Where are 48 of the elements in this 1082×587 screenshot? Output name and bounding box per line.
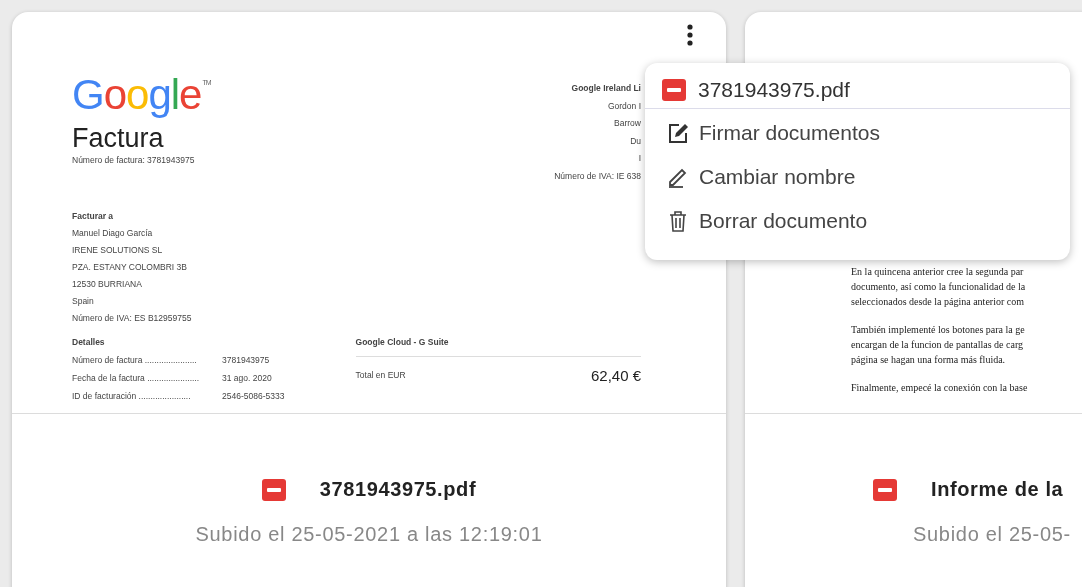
logo: Google$^{TM}$ xyxy=(72,70,211,118)
detail-label: ID de facturación ...................... xyxy=(72,389,192,402)
report-text-line: encargan de la funcion de pantallas de carg xyxy=(851,338,1025,352)
report-text-line: Finalmente, empecé la conexión con la base xyxy=(851,381,1029,395)
pdf-file-icon xyxy=(261,478,286,501)
total-amount: 62,40 € xyxy=(590,366,641,384)
detail-label: Número de factura ...................... xyxy=(72,353,198,366)
pdf-file-icon xyxy=(873,478,897,501)
report-text-line: seleccionados desde la página anterior com xyxy=(851,295,1025,309)
upload-date: Subido el 25-05-2021 a las 12:19:01 xyxy=(195,523,543,546)
total-label: Total en EUR xyxy=(355,369,406,381)
product-name: Google Cloud - G Suite xyxy=(355,335,641,357)
bill-to-line: Manuel Diago García xyxy=(72,226,154,239)
report-text-line: documento, así como la funcionalidad de la xyxy=(851,280,1027,294)
invoice-title: Factura xyxy=(72,122,165,154)
report-text-line: También implementé los botones para la ge xyxy=(851,323,1026,337)
report-text-line: página se hagan una forma más fluida. xyxy=(851,353,1007,367)
menu-item[interactable]: Firmar documentos xyxy=(645,111,1070,155)
menu-item[interactable]: Borrar documento xyxy=(645,199,1070,243)
invoice-number: Número de factura: 3781943975 xyxy=(72,154,196,166)
company-address-line: Gordon I xyxy=(607,99,641,112)
bill-to-line: 12530 BURRIANA xyxy=(72,277,143,290)
bill-to-line: Número de IVA: ES B12959755 xyxy=(72,311,193,324)
bill-to-line: Spain xyxy=(72,294,95,307)
company-address-line: Google Ireland Li xyxy=(571,82,641,94)
detail-value: 31 ago. 2020 xyxy=(222,371,272,384)
trash-icon xyxy=(667,210,689,232)
detail-value: 3781943975 xyxy=(222,353,270,366)
bill-to-line: PZA. ESTANY COLOMBRI 3B xyxy=(72,260,188,273)
file-name: 3781943975.pdf xyxy=(319,478,477,501)
menu-file-name: 3781943975.pdf xyxy=(698,78,850,102)
pencil-icon xyxy=(667,166,689,188)
company-address-line: Barrow xyxy=(614,117,641,129)
bill-to-line: IRENE SOLUTIONS SL xyxy=(72,243,164,256)
pdf-file-icon xyxy=(662,79,686,101)
company-address-line: Du xyxy=(630,134,641,147)
bill-to-heading: Facturar a xyxy=(72,209,115,222)
edit-document-icon xyxy=(667,122,689,144)
menu-item[interactable]: Cambiar nombre xyxy=(645,155,1070,199)
file-name: Informe de la xyxy=(931,478,1064,501)
detail-value: 2546-5086-5333 xyxy=(222,389,285,402)
company-address-line: I xyxy=(638,152,641,164)
detail-label: Fecha de la factura ...................... xyxy=(72,371,201,384)
company-address-line: Número de IVA: IE 638 xyxy=(554,169,641,182)
report-text-line: En la quincena anterior cree la segunda par xyxy=(851,265,1025,279)
more-options-icon[interactable] xyxy=(686,24,694,46)
upload-date: Subido el 25-05- xyxy=(912,523,1071,546)
details-heading: Detalles xyxy=(72,335,106,348)
